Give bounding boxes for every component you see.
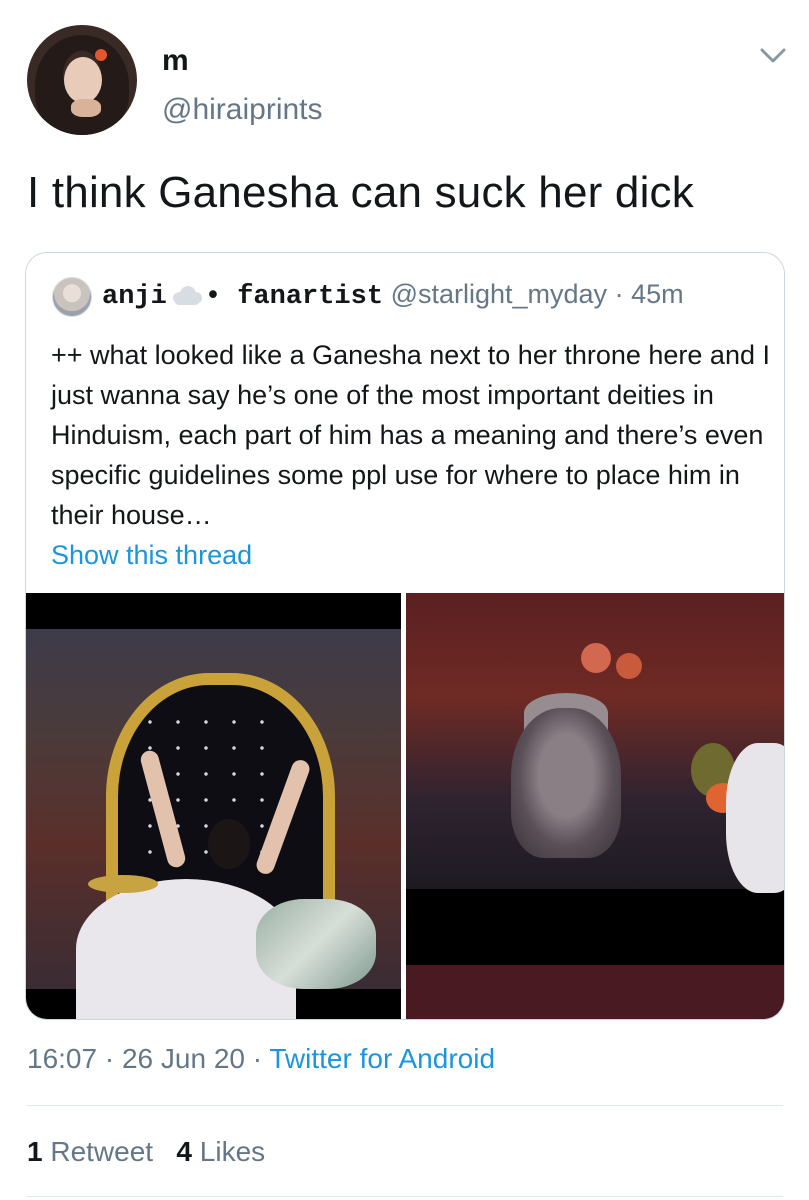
tweet-date: 26 Jun 20	[121, 1043, 245, 1074]
fruit	[581, 643, 611, 673]
genie-lamp	[88, 875, 158, 893]
tweet-text: I think Ganesha can suck her dick	[27, 168, 694, 217]
divider	[27, 1105, 783, 1106]
author-display-name[interactable]: m	[162, 44, 189, 78]
author-handle[interactable]: @hiraiprints	[162, 93, 323, 127]
like-label: Likes	[199, 1136, 266, 1167]
avatar-flower	[95, 49, 107, 61]
avatar-face	[64, 57, 102, 103]
retweets-stat[interactable]: 1 Retweet	[27, 1136, 153, 1167]
retweet-label: Retweet	[50, 1136, 154, 1167]
singer-head	[208, 819, 250, 869]
show-thread-link[interactable]: Show this thread	[51, 540, 252, 571]
engagement-stats: 1 Retweet 4 Likes	[27, 1136, 265, 1168]
avatar-hand	[71, 99, 101, 117]
legs	[256, 899, 376, 989]
ganesha-scene	[406, 593, 784, 893]
quoted-header: anji • fanartist @starlight_myday · 45m	[102, 279, 684, 312]
quoted-separator: ·	[614, 279, 624, 309]
quoted-text: ++ what looked like a Ganesha next to he…	[51, 340, 770, 530]
meta-separator: ·	[252, 1043, 263, 1074]
likes-stat[interactable]: 4 Likes	[176, 1136, 265, 1167]
quoted-time[interactable]: 45m	[631, 279, 684, 309]
quoted-name-suffix: • fanartist	[204, 282, 384, 312]
tweet: m @hiraiprints I think Ganesha can suck …	[0, 0, 809, 1200]
cloud-icon	[169, 284, 203, 306]
retweet-count: 1	[27, 1136, 43, 1167]
bottom-band	[406, 965, 784, 1019]
chevron-down-icon[interactable]	[756, 40, 790, 70]
tweet-metadata: 16:07 · 26 Jun 20 · Twitter for Android	[27, 1043, 495, 1075]
tweet-time: 16:07	[27, 1043, 98, 1074]
tweet-source-link[interactable]: Twitter for Android	[269, 1043, 495, 1074]
white-figure	[726, 743, 784, 893]
like-count: 4	[176, 1136, 192, 1167]
ganesha-statue	[511, 708, 621, 858]
divider	[27, 1196, 783, 1197]
quoted-handle[interactable]: @starlight_myday	[391, 279, 608, 309]
media-image-ganesha[interactable]	[406, 593, 784, 1019]
avatar[interactable]	[27, 25, 137, 135]
meta-separator: ·	[104, 1043, 115, 1074]
quoted-tweet[interactable]: anji • fanartist @starlight_myday · 45m +…	[25, 252, 785, 1020]
fruit	[616, 653, 642, 679]
quoted-name[interactable]: anji	[102, 282, 167, 312]
throne-scene	[26, 629, 401, 1019]
quoted-avatar[interactable]	[52, 277, 92, 317]
media-image-throne[interactable]	[26, 593, 401, 1019]
